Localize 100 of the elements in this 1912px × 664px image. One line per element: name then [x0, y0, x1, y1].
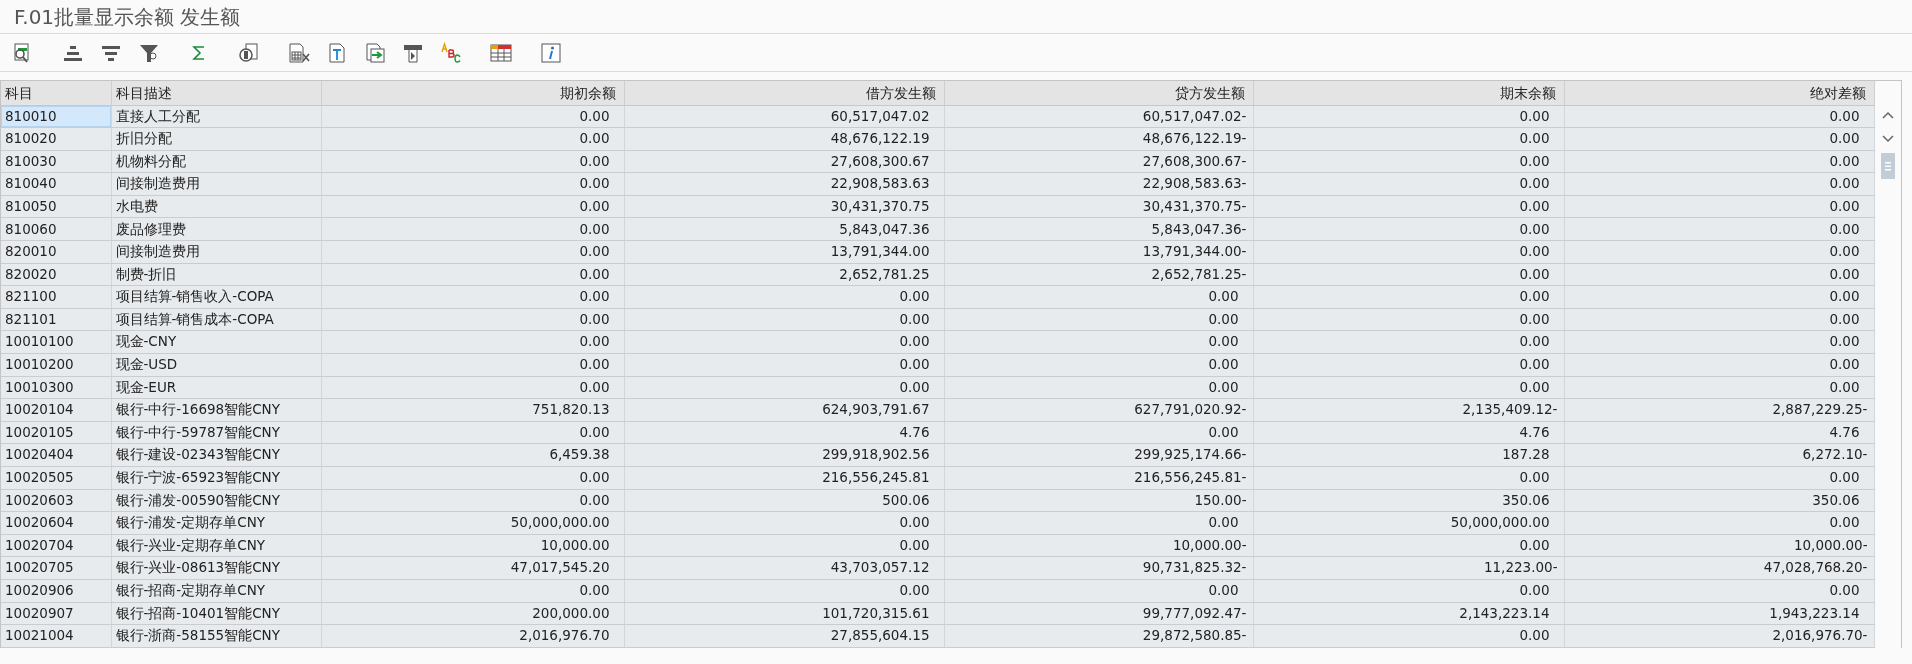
table-cell: 0.00 — [321, 308, 624, 331]
table-cell: 0.00 — [944, 511, 1253, 535]
table-cell: 10020104 — [1, 398, 111, 422]
table-cell: 银行-兴业-08613智能CNY — [111, 556, 321, 580]
table-cell: 216,556,245.81- — [944, 466, 1253, 490]
column-header[interactable]: 贷方发生额 — [944, 81, 1253, 105]
table-cell: 0.00 — [321, 330, 624, 354]
table-cell: 90,731,825.32- — [944, 556, 1253, 580]
table-cell: 10020704 — [1, 534, 111, 557]
column-header[interactable]: 期末余额 — [1253, 81, 1564, 105]
window-title: F.01批量显示余额 发生额 — [14, 3, 241, 31]
table-cell: 银行-宁波-65923智能CNY — [111, 466, 321, 490]
table-cell: 0.00 — [321, 172, 624, 196]
table-cell: 0.00 — [1564, 511, 1874, 535]
table-cell: 500.06 — [624, 489, 944, 512]
table-cell: 0.00 — [1564, 376, 1874, 399]
table-cell: 0.00 — [1253, 150, 1564, 173]
info-icon — [540, 41, 562, 64]
table-cell: 0.00 — [1253, 105, 1564, 128]
table-cell: 0.00 — [1253, 240, 1564, 264]
table-cell: 50,000,000.00 — [321, 511, 624, 535]
table-cell: 48,676,122.19 — [624, 127, 944, 151]
table-cell: 350.06 — [1564, 489, 1874, 512]
table-cell: 0.00 — [624, 579, 944, 603]
table-cell: 0.00 — [1253, 127, 1564, 151]
table-cell: 751,820.13 — [321, 398, 624, 422]
table-cell: 27,855,604.15 — [624, 624, 944, 648]
table-cell: 10020404 — [1, 443, 111, 467]
table-cell: 0.00 — [624, 285, 944, 309]
table-cell: 820010 — [1, 240, 111, 264]
spreadsheet-export-icon — [287, 41, 311, 64]
table-cell: 0.00 — [1253, 330, 1564, 354]
column-header[interactable]: 借方发生额 — [624, 81, 944, 105]
table-cell: 10020105 — [1, 421, 111, 444]
table-cell: 2,887,229.25- — [1564, 398, 1874, 422]
table-cell: 2,135,409.12- — [1253, 398, 1564, 422]
text-document-icon — [327, 41, 347, 64]
table-cell: 项目结算-销售收入-COPA — [111, 285, 321, 309]
table-cell: 银行-兴业-定期存单CNY — [111, 534, 321, 557]
table-cell: 27,608,300.67 — [624, 150, 944, 173]
table-cell: 47,028,768.20- — [1564, 556, 1874, 580]
spell-check-icon — [440, 41, 462, 64]
table-cell: 350.06 — [1253, 489, 1564, 512]
table-cell: 0.00 — [321, 421, 624, 444]
table-cell: 0.00 — [1253, 353, 1564, 377]
scrollbar[interactable] — [1874, 81, 1901, 648]
scroll-thumb[interactable] — [1880, 153, 1895, 179]
table-cell: 0.00 — [944, 579, 1253, 603]
table-cell: 101,720,315.61 — [624, 602, 944, 625]
column-header[interactable]: 科目描述 — [111, 81, 321, 105]
table-cell: 银行-中行-16698智能CNY — [111, 398, 321, 422]
table-cell: 0.00 — [1564, 150, 1874, 173]
table-cell: 1,943,223.14 — [1564, 602, 1874, 625]
table-cell: 0.00 — [624, 353, 944, 377]
table-layout-icon — [489, 42, 513, 63]
table-cell: 29,872,580.85- — [944, 624, 1253, 648]
table-cell: 机物料分配 — [111, 150, 321, 173]
table-cell: 0.00 — [321, 285, 624, 309]
table-cell: 0.00 — [944, 353, 1253, 377]
table-cell: 216,556,245.81 — [624, 466, 944, 490]
table-cell: 0.00 — [944, 421, 1253, 444]
table-cell: 0.00 — [1564, 330, 1874, 354]
table-cell: 624,903,791.67 — [624, 398, 944, 422]
chevron-down-icon — [1881, 135, 1894, 143]
table-cell: 11,223.00- — [1253, 556, 1564, 580]
table-cell: 2,143,223.14 — [1253, 602, 1564, 625]
table-cell: 0.00 — [1253, 308, 1564, 331]
table-cell: 0.00 — [1564, 263, 1874, 286]
table-cell: 627,791,020.92- — [944, 398, 1253, 422]
table-cell: 2,016,976.70- — [1564, 624, 1874, 648]
table-cell: 0.00 — [321, 466, 624, 490]
table-cell: 0.00 — [1564, 217, 1874, 241]
grip-icon — [1884, 161, 1891, 171]
table-cell: 0.00 — [1253, 172, 1564, 196]
sum-icon — [191, 43, 207, 62]
table-cell: 10021004 — [1, 624, 111, 648]
table-cell: 0.00 — [944, 376, 1253, 399]
table-cell: 30,431,370.75 — [624, 195, 944, 218]
print-preview-icon — [238, 41, 260, 64]
table-cell: 0.00 — [1564, 172, 1874, 196]
column-header[interactable]: 期初余额 — [321, 81, 624, 105]
table-cell: 0.00 — [1253, 534, 1564, 557]
table-cell: 0.00 — [1253, 217, 1564, 241]
table-cell: 间接制造费用 — [111, 172, 321, 196]
table-cell: 0.00 — [321, 376, 624, 399]
table-cell: 0.00 — [321, 150, 624, 173]
table-cell: 0.00 — [321, 127, 624, 151]
table-cell: 废品修理费 — [111, 217, 321, 241]
column-header[interactable]: 绝对差额 — [1564, 81, 1874, 105]
table-cell: 现金-USD — [111, 353, 321, 377]
table-cell: 0.00 — [321, 353, 624, 377]
table-cell: 299,918,902.56 — [624, 443, 944, 467]
table-cell: 0.00 — [321, 489, 624, 512]
table-cell: 银行-招商-10401智能CNY — [111, 602, 321, 625]
table-cell: 810050 — [1, 195, 111, 218]
table-cell: 47,017,545.20 — [321, 556, 624, 580]
table-cell: 0.00 — [321, 263, 624, 286]
table-cell: 48,676,122.19- — [944, 127, 1253, 151]
table-cell: 13,791,344.00 — [624, 240, 944, 264]
column-header[interactable]: 科目 — [1, 81, 111, 105]
